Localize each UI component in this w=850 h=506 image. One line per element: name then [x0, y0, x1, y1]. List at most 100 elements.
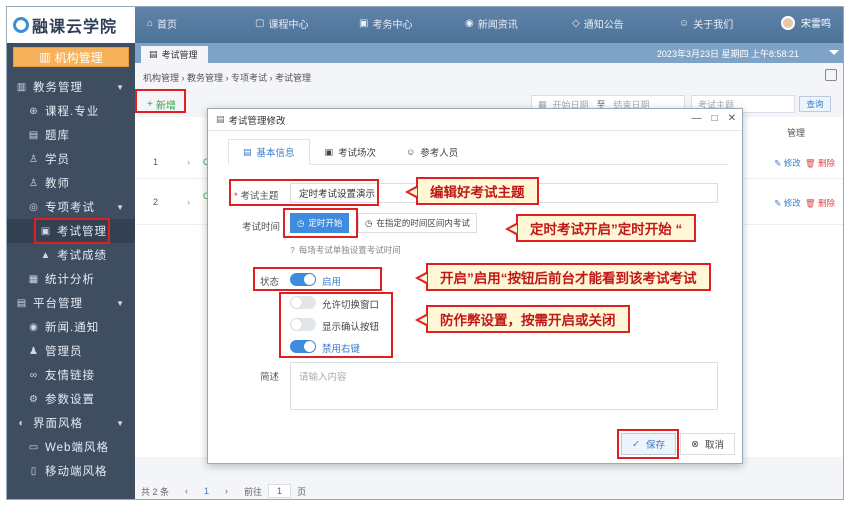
- callout-anti-cheat: 防作弊设置，按需开启或关闭: [415, 305, 630, 333]
- sidebar-item-tiku[interactable]: ▤ 题库: [7, 123, 135, 147]
- tab-sessions-label: 考试场次: [338, 148, 377, 159]
- print-icon[interactable]: [825, 69, 837, 81]
- highlight-anti-cheat: [279, 292, 393, 358]
- sidebar-item-jiaoshi[interactable]: ♙ 教师: [7, 171, 135, 195]
- sidebar-icon-web: ▭: [28, 441, 40, 453]
- sidebar-item-kecheng[interactable]: ⊕ 课程.专业: [7, 99, 135, 123]
- edit-link[interactable]: 修改: [784, 198, 801, 208]
- sidebar-item-xinwen[interactable]: ◉ 新闻.通知: [7, 315, 135, 339]
- nav-about[interactable]: ☺ 关于我们: [679, 16, 733, 31]
- expand-icon[interactable]: ›: [187, 197, 190, 207]
- trash-icon: 🗑: [804, 198, 816, 208]
- avatar: [781, 15, 795, 30]
- course-icon: ▢: [255, 18, 265, 29]
- current-page[interactable]: 1: [204, 486, 209, 496]
- nav-exam[interactable]: ▣ 考务中心: [359, 16, 412, 31]
- close-icon[interactable]: ✕: [728, 113, 736, 124]
- building-icon: ▥: [39, 50, 51, 64]
- expand-icon[interactable]: ›: [187, 157, 190, 167]
- sidebar-icon-jiemian: ◐: [18, 417, 26, 429]
- dialog-tabs: ▤ 基本信息 ▣ 考试场次 ☺ 参考人员: [228, 139, 728, 165]
- sidebar-item-jiemian[interactable]: ◐ 界面风格 ▼: [7, 411, 135, 435]
- time-hint: ? 每场考试单独设置考试时间: [290, 244, 401, 256]
- edit-icon: ✎: [774, 158, 782, 168]
- sidebar-item-label: Web端风格: [45, 442, 109, 454]
- sidebar-item-kaoshichengji[interactable]: ▲ 考试成绩: [7, 243, 135, 267]
- logo[interactable]: 融课云学院: [7, 7, 135, 43]
- nav-notice[interactable]: ◇ 通知公告: [572, 16, 624, 31]
- sidebar-item-web[interactable]: ▭ Web端风格: [7, 435, 135, 459]
- bell-icon: ◇: [572, 18, 580, 29]
- tab-participants[interactable]: ☺ 参考人员: [391, 139, 473, 165]
- callout-edit-subject: 编辑好考试主题: [405, 177, 539, 205]
- org-manage-button[interactable]: ▥ 机构管理: [13, 47, 129, 67]
- nav-course[interactable]: ▢ 课程中心: [255, 16, 308, 31]
- time-hint-text: 每场考试单独设置考试时间: [298, 245, 401, 255]
- query-button[interactable]: 查询: [799, 96, 831, 112]
- chevron-down-icon: ▼: [116, 298, 125, 308]
- minimize-icon[interactable]: —: [692, 113, 702, 124]
- cancel-button[interactable]: ⊗ 取消: [680, 433, 735, 455]
- dialog-footer: ✓ 保存 ⊗ 取消: [208, 423, 744, 463]
- tab-participants-label: 参考人员: [420, 148, 459, 159]
- sidebar-item-canshu[interactable]: ⚙ 参数设置: [7, 387, 135, 411]
- sidebar-item-mobile[interactable]: ▯ 移动端风格: [7, 459, 135, 483]
- sidebar-icon-kecheng: ⊕: [29, 105, 39, 117]
- sidebar-item-jiaowu[interactable]: ▥ 教务管理 ▼: [7, 75, 135, 99]
- sidebar-icon-tongji: ▦: [28, 273, 40, 285]
- sidebar-item-pingtai[interactable]: ▤ 平台管理 ▼: [7, 291, 135, 315]
- total-count: 共 2 条: [141, 486, 170, 497]
- tab-sessions[interactable]: ▣ 考试场次: [310, 139, 392, 165]
- user-menu[interactable]: 宋雷鸣: [781, 15, 831, 30]
- nav-home[interactable]: ⌂ 首页: [147, 16, 177, 31]
- sidebar-icon-guanliyuan: ♟: [29, 345, 39, 357]
- sidebar-item-youqing[interactable]: ∞ 友情链接: [7, 363, 135, 387]
- prev-page-button[interactable]: ‹: [185, 486, 188, 496]
- datetime: 2023年3月23日 星期四 上午8:58:21: [656, 49, 799, 59]
- user-name: 宋雷鸣: [801, 19, 831, 30]
- goto-page-input[interactable]: 1: [268, 484, 292, 498]
- sidebar-item-label: 教务管理: [33, 82, 83, 94]
- next-page-button[interactable]: ›: [225, 486, 228, 496]
- highlight-save: [617, 429, 679, 459]
- sidebar-item-label: 考试成绩: [57, 250, 107, 262]
- dialog-icon: ▤: [216, 114, 225, 124]
- time-label: 考试时间: [242, 222, 281, 233]
- dialog-header: ▤ 考试管理修改 — □ ✕: [208, 109, 742, 131]
- time-range-button[interactable]: ◷ 在指定的时间区间内考试: [358, 213, 477, 233]
- tab-exam-manage[interactable]: ▤ 考试管理: [141, 46, 208, 63]
- sidebar-item-label: 移动端风格: [45, 466, 108, 478]
- maximize-icon[interactable]: □: [712, 113, 718, 124]
- edit-link[interactable]: 修改: [784, 158, 801, 168]
- dialog-title: 考试管理修改: [228, 115, 286, 127]
- delete-link[interactable]: 删除: [818, 158, 835, 168]
- sidebar-item-zhuanxiang[interactable]: ◎ 专项考试 ▼: [7, 195, 135, 219]
- highlight-timed-start: [283, 208, 358, 238]
- nav-about-label: 关于我们: [693, 20, 734, 31]
- nav-home-label: 首页: [157, 20, 178, 31]
- delete-link[interactable]: 删除: [818, 198, 835, 208]
- tab-basic-info[interactable]: ▤ 基本信息: [228, 139, 310, 165]
- sidebar-icon-canshu: ⚙: [29, 393, 39, 405]
- sidebar-item-xueyuan[interactable]: ♙ 学员: [7, 147, 135, 171]
- sidebar-menu: ▥ 教务管理 ▼ ⊕ 课程.专业 ▤ 题库 ♙ 学员 ♙ 教师 ◎ 专项考试 ▼ ▣ 考试管理 ▲ 考试成绩 ▦ 统计…: [7, 75, 135, 483]
- sidebar-icon-pingtai: ▤: [16, 297, 28, 309]
- doc-icon: ▤: [243, 146, 252, 157]
- row-number: 1: [153, 157, 159, 167]
- chevron-down-icon: ▼: [116, 82, 125, 92]
- sidebar-item-tongji[interactable]: ▦ 统计分析: [7, 267, 135, 291]
- chevron-down-icon[interactable]: [829, 50, 839, 55]
- nav-notice-label: 通知公告: [583, 20, 624, 31]
- sidebar-icon-xinwen: ◉: [29, 321, 39, 333]
- people-icon: ☺: [679, 18, 690, 29]
- desc-textarea[interactable]: 请输入内容: [290, 362, 718, 410]
- clock-icon: ◷: [365, 217, 373, 228]
- sidebar: ▥ 机构管理 ▥ 教务管理 ▼ ⊕ 课程.专业 ▤ 题库 ♙ 学员 ♙ 教师 ◎ 专项考试 ▼ ▣ 考试管理 ▲ 考…: [7, 43, 135, 499]
- top-bar: 融课云学院 ⌂ 首页 ▢ 课程中心 ▣ 考务中心 ◉ 新闻资讯 ◇ 通知公告 ☺ 关于我们 …: [7, 7, 843, 43]
- sidebar-item-label: 平台管理: [33, 298, 83, 310]
- sidebar-item-guanliyuan[interactable]: ♟ 管理员: [7, 339, 135, 363]
- tab-basic-info-label: 基本信息: [256, 148, 295, 159]
- org-manage-label: 机构管理: [54, 50, 103, 65]
- sidebar-item-label: 界面风格: [33, 418, 83, 430]
- nav-news[interactable]: ◉ 新闻资讯: [465, 16, 518, 31]
